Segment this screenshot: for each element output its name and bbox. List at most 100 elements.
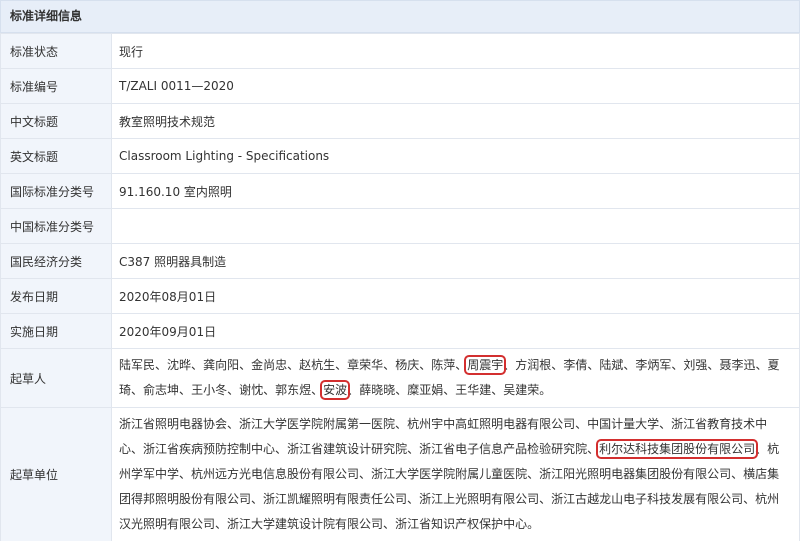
- drafter-name: 周震宇: [464, 355, 507, 375]
- list-separator: 、: [287, 358, 300, 372]
- drafter-name: 糜亚娟: [407, 383, 444, 397]
- drafter-name: 王华建: [455, 383, 492, 397]
- list-separator: 、: [251, 492, 264, 506]
- list-separator: 、: [383, 517, 396, 531]
- row-publish-date: 发布日期 2020年08月01日: [0, 278, 800, 314]
- list-separator: 、: [455, 358, 468, 372]
- list-separator: 、: [731, 467, 744, 481]
- drafting-unit-name: 利尔达科技集团股份有限公司: [596, 439, 759, 459]
- drafter-name: 金尚忠: [251, 358, 288, 372]
- drafting-unit-name: 浙江大学医学院附属第一医院: [239, 417, 396, 431]
- list-separator: 、: [575, 417, 588, 431]
- list-separator: 、: [623, 358, 636, 372]
- list-separator: 、: [743, 492, 756, 506]
- drafting-unit-name: 浙江省知识产权保护中心: [395, 517, 528, 531]
- list-separator: 、: [191, 358, 204, 372]
- list-separator: 、: [539, 492, 552, 506]
- drafter-name: 吴建荣: [503, 383, 540, 397]
- list-separator: 、: [131, 383, 144, 397]
- row-status: 标准状态 现行: [0, 33, 800, 69]
- drafting-unit-name: 浙江古越龙山电子科技发展有限公司: [551, 492, 744, 506]
- drafting-unit-name: 浙江凯耀照明有限责任公司: [263, 492, 408, 506]
- panel-title: 标准详细信息: [10, 9, 83, 23]
- drafting-unit-name: 浙江上光照明有限公司: [419, 492, 540, 506]
- list-separator: 、: [215, 517, 228, 531]
- row-value: 91.160.10 室内照明: [111, 173, 800, 209]
- list-separator: 、: [179, 467, 192, 481]
- drafting-unit-name: 中国计量大学: [587, 417, 660, 431]
- row-label: 发布日期: [0, 278, 112, 314]
- drafting-unit-name: 浙江阳光照明电器集团股份有限公司: [539, 467, 732, 481]
- drafters-list: 陆军民、沈晔、龚向阳、金尚忠、赵杭生、章荣华、杨庆、陈萍、周震宇、方润根、李倩、…: [111, 348, 800, 408]
- row-label: 英文标题: [0, 138, 112, 174]
- drafter-name: 安波: [320, 380, 351, 400]
- drafting-unit-name: 浙江省照明电器协会: [119, 417, 228, 431]
- row-label: 中文标题: [0, 103, 112, 139]
- drafter-name: 俞志坤: [143, 383, 180, 397]
- drafting-unit-name: 杭州宇中高虹照明电器有限公司: [407, 417, 576, 431]
- row-drafting-units: 起草单位 浙江省照明电器协会、浙江大学医学院附属第一医院、杭州宇中高虹照明电器有…: [0, 407, 800, 541]
- detail-table: 标准状态 现行 标准编号 T/ZALI 0011—2020 中文标题 教室照明技…: [0, 33, 800, 541]
- list-separator: 、: [395, 383, 408, 397]
- row-label: 起草人: [0, 348, 112, 408]
- drafting-unit-name: 浙江省建筑设计研究院: [287, 442, 408, 456]
- list-separator: 、: [131, 442, 144, 456]
- row-label: 国际标准分类号: [0, 173, 112, 209]
- list-separator: 、: [179, 383, 192, 397]
- drafter-name: 郭东煜: [275, 383, 312, 397]
- drafter-name: 李炳军: [635, 358, 672, 372]
- row-value: T/ZALI 0011—2020: [111, 68, 800, 104]
- list-separator: 、: [755, 358, 768, 372]
- drafter-name: 李倩: [563, 358, 588, 372]
- drafter-name: 王小冬: [191, 383, 228, 397]
- list-separator: 、: [671, 358, 684, 372]
- list-separator: 、: [227, 383, 240, 397]
- list-separator: 、: [383, 358, 396, 372]
- row-value: 2020年09月01日: [111, 313, 800, 349]
- row-implement-date: 实施日期 2020年09月01日: [0, 313, 800, 349]
- list-separator: 、: [587, 358, 600, 372]
- row-ccs: 中国标准分类号: [0, 208, 800, 244]
- row-economic-classification: 国民经济分类 C387 照明器具制造: [0, 243, 800, 279]
- list-separator: 。: [527, 517, 540, 531]
- drafter-name: 陆军民: [119, 358, 156, 372]
- drafter-name: 方润根: [515, 358, 552, 372]
- drafting-unit-name: 浙江大学医学院附属儿童医院: [371, 467, 528, 481]
- list-separator: 、: [395, 417, 408, 431]
- list-separator: 、: [227, 417, 240, 431]
- drafter-name: 章荣华: [347, 358, 384, 372]
- drafter-name: 赵杭生: [299, 358, 336, 372]
- row-value: 现行: [111, 33, 800, 69]
- row-value: 教室照明技术规范: [111, 103, 800, 139]
- list-separator: 、: [407, 492, 420, 506]
- list-separator: 、: [263, 383, 276, 397]
- list-separator: 、: [239, 358, 252, 372]
- row-value: Classroom Lighting - Specifications: [111, 138, 800, 174]
- list-separator: 、: [359, 467, 372, 481]
- list-separator: 。: [539, 383, 552, 397]
- list-separator: 、: [335, 358, 348, 372]
- drafting-unit-name: 浙江省电子信息产品检验研究院: [419, 442, 588, 456]
- row-value: 2020年08月01日: [111, 278, 800, 314]
- row-label: 起草单位: [0, 407, 112, 541]
- row-ics: 国际标准分类号 91.160.10 室内照明: [0, 173, 800, 209]
- row-value: [111, 208, 800, 244]
- row-english-title: 英文标题 Classroom Lighting - Specifications: [0, 138, 800, 174]
- row-label: 标准编号: [0, 68, 112, 104]
- drafter-name: 陈萍: [431, 358, 456, 372]
- drafter-name: 薛晓晓: [359, 383, 396, 397]
- drafter-name: 刘强: [683, 358, 708, 372]
- list-separator: 、: [587, 442, 600, 456]
- drafter-name: 聂李迅: [719, 358, 756, 372]
- drafting-unit-name: 浙江大学建筑设计院有限公司: [227, 517, 384, 531]
- row-standard-number: 标准编号 T/ZALI 0011—2020: [0, 68, 800, 104]
- row-drafters: 起草人 陆军民、沈晔、龚向阳、金尚忠、赵杭生、章荣华、杨庆、陈萍、周震宇、方润根…: [0, 348, 800, 408]
- drafter-name: 陆斌: [599, 358, 624, 372]
- drafter-name: 龚向阳: [203, 358, 240, 372]
- panel-header: 标准详细信息: [0, 0, 800, 33]
- row-value: C387 照明器具制造: [111, 243, 800, 279]
- standard-detail-panel: 标准详细信息 标准状态 现行 标准编号 T/ZALI 0011—2020 中文标…: [0, 0, 800, 541]
- list-separator: 、: [275, 442, 288, 456]
- drafter-name: 杨庆: [395, 358, 420, 372]
- list-separator: 、: [551, 358, 564, 372]
